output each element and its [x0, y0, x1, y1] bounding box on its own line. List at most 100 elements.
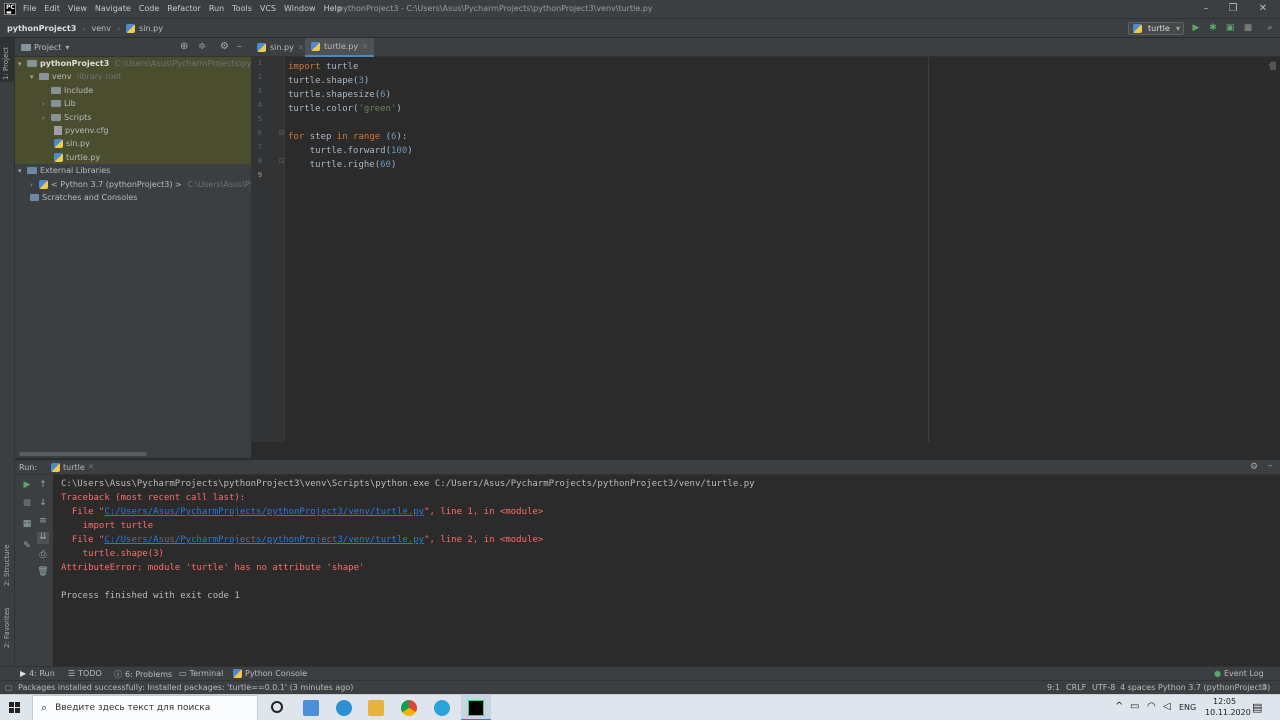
telegram-icon[interactable]	[434, 700, 450, 716]
folder-icon[interactable]	[368, 700, 384, 716]
chevron-right-icon[interactable]: ›	[42, 112, 51, 124]
chevron-right-icon[interactable]: ›	[30, 179, 39, 191]
status-message[interactable]: Packages installed successfully: Install…	[18, 683, 353, 692]
stop-icon[interactable]: ■	[21, 498, 33, 510]
tab-turtle-py[interactable]: turtle.py ✕	[305, 38, 375, 57]
tool-tab-python-console[interactable]: Python Console	[233, 669, 307, 678]
breadcrumb-file[interactable]: sin.py	[139, 24, 163, 33]
file-explorer-pinned-icon[interactable]	[303, 700, 319, 716]
tree-item-sin-py[interactable]: sin.py	[15, 137, 251, 151]
volume-icon[interactable]: ◁	[1163, 701, 1171, 712]
file-encoding[interactable]: UTF-8	[1092, 683, 1115, 692]
menu-refactor[interactable]: Refactor	[167, 4, 201, 13]
chevron-right-icon[interactable]: ›	[42, 98, 51, 110]
tree-item-include[interactable]: Include	[15, 83, 251, 98]
pycharm-taskbar-button[interactable]	[461, 695, 491, 720]
task-view-icon[interactable]	[271, 701, 283, 713]
breadcrumb-venv[interactable]: venv	[91, 24, 110, 33]
tree-item-external-libraries[interactable]: ▾ External Libraries	[15, 164, 251, 177]
lock-icon[interactable]: ⌂	[1262, 682, 1267, 691]
tool-tab-problems[interactable]: ⓘ 6: Problems	[114, 669, 172, 680]
scroll-to-end-icon[interactable]: ⇊	[37, 532, 49, 544]
coverage-icon[interactable]: ▣	[1224, 23, 1236, 35]
chrome-icon[interactable]	[401, 700, 417, 716]
debug-icon[interactable]: ✱	[1207, 23, 1219, 35]
search-icon[interactable]: ⌕	[1264, 23, 1276, 35]
windows-start-icon[interactable]	[9, 702, 20, 713]
menu-file[interactable]: File	[23, 4, 36, 13]
horizontal-scrollbar[interactable]	[19, 452, 147, 456]
rerun-icon[interactable]: ▶	[21, 480, 33, 492]
close-tab-icon[interactable]: ✕	[298, 44, 304, 52]
tab-sin-py[interactable]: sin.py ✕	[251, 38, 310, 57]
run-config-selector[interactable]: turtle ▾	[1128, 22, 1184, 35]
soft-wrap-icon[interactable]: ≡	[37, 516, 49, 528]
menu-tools[interactable]: Tools	[232, 4, 252, 13]
chevron-down-icon[interactable]: ▾	[65, 43, 69, 52]
tree-item-turtle-py[interactable]: turtle.py	[15, 150, 251, 165]
event-log-button[interactable]: ● Event Log	[1214, 669, 1264, 678]
menu-window[interactable]: Window	[284, 4, 316, 13]
favorites-stripe-button[interactable]: 2: Favorites	[3, 607, 11, 648]
language-indicator[interactable]: ENG	[1179, 703, 1196, 712]
hide-icon[interactable]: –	[1268, 461, 1273, 471]
indent-setting[interactable]: 4 spaces	[1120, 683, 1155, 692]
gear-icon[interactable]: ⚙	[1250, 462, 1258, 472]
run-icon[interactable]: ▶	[1190, 23, 1202, 35]
arrow-down-icon[interactable]: ↓	[37, 498, 49, 510]
file-link[interactable]: C:/Users/Asus/PycharmProjects/pythonProj…	[104, 507, 424, 517]
network-icon[interactable]: ▭	[1130, 701, 1139, 712]
fold-end-icon[interactable]: ⊡	[279, 157, 285, 165]
tool-tab-todo[interactable]: ☰ TODO	[68, 669, 102, 678]
file-link[interactable]: C:/Users/Asus/PycharmProjects/pythonProj…	[104, 535, 424, 545]
edge-icon[interactable]	[336, 700, 352, 716]
close-tab-icon[interactable]: ✕	[88, 463, 94, 471]
project-view-selector[interactable]: Project	[34, 43, 61, 52]
tree-item-python-sdk[interactable]: › < Python 3.7 (pythonProject3) > C:\User…	[15, 178, 251, 191]
code-editor[interactable]: import turtle turtle.shape(3) turtle.shape…	[285, 57, 1280, 442]
pin-icon[interactable]: ✎	[21, 541, 33, 553]
layout-icon[interactable]: ▦	[21, 519, 33, 531]
clock-date[interactable]: 10.11.2020	[1205, 708, 1251, 717]
tree-item-lib[interactable]: › Lib	[15, 97, 251, 111]
tool-tab-terminal[interactable]: ▭ Terminal	[179, 669, 223, 678]
tool-tab-run[interactable]: ▶ 4: Run	[20, 669, 55, 678]
close-button[interactable]: ✕	[1256, 3, 1270, 15]
tree-item-scripts[interactable]: › Scripts	[15, 110, 251, 124]
taskbar-search[interactable]: ⌕ Введите здесь текст для поиска	[32, 695, 258, 720]
chevron-down-icon[interactable]: ▾	[18, 58, 27, 70]
menu-run[interactable]: Run	[209, 4, 224, 13]
line-separator[interactable]: CRLF	[1066, 683, 1086, 692]
collapse-all-icon[interactable]: ≑	[198, 41, 206, 52]
tree-item-pyvenv-cfg[interactable]: pyvenv.cfg	[15, 123, 251, 138]
run-tab-turtle[interactable]: turtle ✕	[51, 462, 94, 472]
tree-item-venv[interactable]: ▾ venv library root	[15, 70, 251, 84]
arrow-up-icon[interactable]: ↑	[37, 480, 49, 492]
gear-icon[interactable]: ⚙	[220, 41, 229, 52]
clock-time[interactable]: 12:05	[1213, 697, 1236, 706]
caret-position[interactable]: 9:1	[1047, 683, 1060, 692]
menu-view[interactable]: View	[68, 4, 87, 13]
chevron-up-icon[interactable]: ^	[1115, 701, 1123, 712]
hide-icon[interactable]: –	[237, 41, 242, 52]
chevron-down-icon[interactable]: ▾	[18, 165, 27, 177]
breadcrumb-project[interactable]: pythonProject3	[7, 24, 76, 33]
window-icon[interactable]: ▢	[5, 683, 13, 692]
maximize-button[interactable]: ❐	[1226, 3, 1240, 15]
menu-navigate[interactable]: Navigate	[95, 4, 131, 13]
run-console[interactable]: C:\Users\Asus\PycharmProjects\pythonProj…	[53, 475, 1280, 666]
close-tab-icon[interactable]: ✕	[362, 43, 368, 51]
locate-icon[interactable]: ⊕	[180, 41, 188, 52]
project-stripe-button[interactable]: 1: Project	[0, 38, 15, 82]
fold-icon[interactable]: ⊟	[279, 129, 285, 137]
wifi-icon[interactable]: ◠	[1147, 701, 1156, 712]
chevron-down-icon[interactable]: ▾	[30, 71, 39, 83]
python-interpreter[interactable]: Python 3.7 (pythonProject3)	[1158, 683, 1270, 692]
tree-item-scratches[interactable]: Scratches and Consoles	[15, 191, 251, 204]
menu-vcs[interactable]: VCS	[260, 4, 276, 13]
notifications-icon[interactable]: ▤	[1252, 701, 1262, 714]
trash-icon[interactable]: 🗑	[37, 567, 49, 579]
menu-code[interactable]: Code	[139, 4, 159, 13]
tree-item-project-root[interactable]: ▾ pythonProject3 C:\Users\Asus\PycharmPro…	[15, 57, 251, 71]
print-icon[interactable]: ⎙	[37, 550, 49, 562]
